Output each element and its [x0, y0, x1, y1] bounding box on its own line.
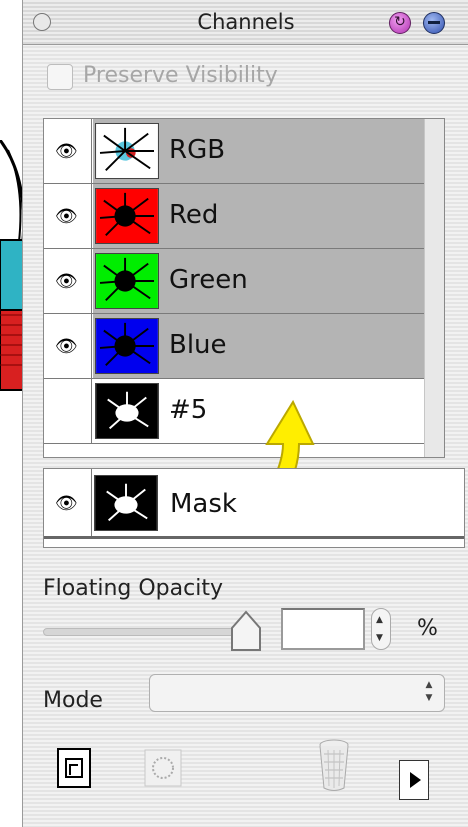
eye-icon: 👁 [55, 336, 78, 357]
channel-row-green[interactable]: 👁 Green [44, 249, 444, 314]
collapse-button[interactable]: ↻ [389, 12, 411, 34]
stepper-up-icon[interactable]: ▲ [376, 615, 383, 625]
panel-menu-button[interactable] [399, 760, 429, 800]
channel-name: #5 [169, 395, 208, 425]
channel-name: Red [169, 200, 219, 230]
channel-name: Blue [169, 330, 227, 360]
eye-icon: 👁 [55, 493, 78, 514]
visibility-toggle[interactable]: 👁 [44, 469, 92, 536]
channel-thumbnail [95, 188, 159, 244]
mode-select[interactable]: ▲ ▼ [149, 674, 445, 712]
mask-row[interactable]: 👁 Mask [44, 469, 464, 539]
rotate-icon: ↻ [394, 14, 406, 30]
channel-name: Green [169, 265, 248, 295]
mask-list: 👁 Mask [43, 468, 465, 548]
opacity-slider-thumb[interactable] [229, 610, 263, 652]
visibility-toggle[interactable]: 👁 [44, 119, 92, 183]
preserve-visibility-checkbox[interactable] [47, 64, 73, 90]
stepper-down-icon[interactable]: ▼ [376, 633, 383, 643]
floating-opacity-label: Floating Opacity [43, 576, 223, 601]
save-selection-button[interactable] [143, 748, 183, 788]
channel-thumbnail [95, 318, 159, 374]
visibility-toggle[interactable]: 👁 [44, 184, 92, 248]
visibility-toggle[interactable]: 👁 [44, 249, 92, 313]
opacity-slider-track[interactable] [43, 628, 257, 636]
mode-label: Mode [43, 688, 103, 713]
mask-thumbnail [94, 475, 158, 531]
eye-icon: 👁 [55, 206, 78, 227]
opacity-input[interactable] [281, 608, 365, 650]
channel-row-red[interactable]: 👁 Red [44, 184, 444, 249]
title-bar[interactable]: Channels ↻ [23, 0, 468, 45]
eye-icon: 👁 [55, 141, 78, 162]
channel-list-scrollbar[interactable] [424, 119, 444, 457]
channel-row-rgb[interactable]: 👁 RGB [44, 119, 444, 184]
percent-unit: % [417, 616, 438, 641]
channel-row-blue[interactable]: 👁 Blue [44, 314, 444, 379]
minimize-button[interactable] [423, 12, 445, 34]
channel-thumbnail [95, 253, 159, 309]
eye-icon: 👁 [55, 271, 78, 292]
opacity-stepper[interactable]: ▲ ▼ [371, 608, 391, 650]
channel-name: RGB [169, 135, 226, 165]
new-channel-button[interactable] [57, 745, 93, 789]
preserve-visibility-label: Preserve Visibility [83, 63, 278, 88]
channel-thumbnail [95, 123, 159, 179]
channel-thumbnail [95, 383, 159, 439]
visibility-toggle[interactable] [44, 379, 92, 443]
select-arrows-icon: ▲ ▼ [425, 680, 433, 703]
channels-panel: Channels ↻ Preserve Visibility 👁 RGB 👁 R… [22, 0, 468, 827]
mask-name: Mask [170, 489, 237, 519]
visibility-toggle[interactable]: 👁 [44, 314, 92, 378]
trash-icon[interactable] [318, 738, 350, 794]
